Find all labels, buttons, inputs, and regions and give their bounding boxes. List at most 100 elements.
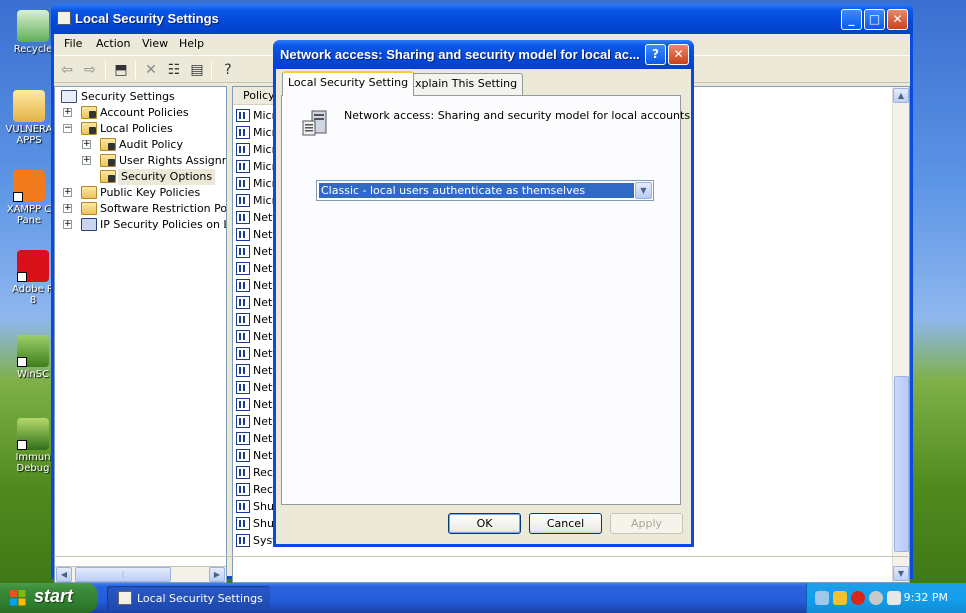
menu-help[interactable]: Help [179, 37, 204, 50]
folder-icon [81, 106, 97, 119]
column-header-policy[interactable]: Policy [233, 87, 275, 105]
start-button[interactable]: start [0, 583, 98, 613]
policy-properties-dialog: Network access: Sharing and security mod… [273, 40, 694, 547]
security-model-dropdown[interactable]: Classic - local users authenticate as th… [316, 180, 654, 201]
policy-item-icon [236, 398, 250, 411]
dialog-titlebar[interactable]: Network access: Sharing and security mod… [273, 40, 694, 69]
start-label: start [34, 586, 74, 606]
policy-item-icon [236, 245, 250, 258]
folder-icon [100, 154, 116, 167]
expand-icon[interactable]: + [63, 108, 72, 117]
taskbar-item-local-security-settings[interactable]: Local Security Settings [107, 586, 270, 611]
tab-page: Network access: Sharing and security mod… [281, 95, 690, 505]
tab-local-security-setting[interactable]: Local Security Setting [282, 71, 415, 96]
xampp-glyph-icon [13, 170, 45, 202]
system-tray: 9:32 PM [806, 583, 966, 613]
scroll-up-icon[interactable]: ▲ [893, 88, 909, 103]
dialog-close-icon[interactable]: ✕ [668, 44, 689, 65]
help-icon[interactable]: ? [218, 60, 238, 80]
main-window-title: Local Security Settings [75, 11, 219, 26]
menu-view[interactable]: View [142, 37, 168, 50]
policy-item-icon [236, 211, 250, 224]
taskbar: start Local Security Settings 9:32 PM [0, 583, 966, 613]
folder-icon [100, 138, 116, 151]
policy-item-icon [236, 449, 250, 462]
minimize-button[interactable]: _ [841, 9, 862, 30]
export-list-icon[interactable]: ▤ [187, 60, 207, 80]
app-icon [118, 591, 132, 605]
expand-icon[interactable]: + [63, 188, 72, 197]
policy-icon [302, 110, 327, 136]
expand-icon[interactable]: + [63, 220, 72, 229]
adobe-reader-glyph-icon [17, 250, 49, 282]
policy-item-icon [236, 347, 250, 360]
policy-item-icon [236, 279, 250, 292]
policy-item-icon [236, 109, 250, 122]
recycle-bin-glyph-icon [17, 10, 49, 42]
expand-icon[interactable]: + [82, 156, 91, 165]
winscp-glyph-icon [17, 335, 49, 367]
status-bar [54, 556, 910, 576]
security-settings-icon [61, 90, 77, 103]
immunity-glyph-icon [17, 418, 49, 450]
policy-item-icon [236, 296, 250, 309]
collapse-icon[interactable]: − [63, 124, 72, 133]
expand-icon[interactable]: + [63, 204, 72, 213]
security-alert-icon[interactable] [851, 591, 865, 605]
policy-name: Network access: Sharing and security mod… [344, 109, 691, 122]
policy-item-icon [236, 432, 250, 445]
policy-item-icon [236, 313, 250, 326]
folder-icon [81, 202, 97, 215]
policy-item-icon [236, 381, 250, 394]
policy-item-icon [236, 364, 250, 377]
policy-item-icon [236, 262, 250, 275]
ok-button[interactable]: OK [448, 513, 521, 534]
volume-icon[interactable] [869, 591, 883, 605]
chevron-down-icon[interactable]: ▼ [635, 182, 652, 199]
back-icon[interactable]: ⇦ [57, 60, 77, 80]
windows-logo-icon [10, 590, 26, 606]
policy-item-icon [236, 228, 250, 241]
folder-glyph-icon [13, 90, 45, 122]
folder-icon [100, 170, 116, 183]
clock: 9:32 PM [903, 591, 948, 604]
expand-icon[interactable]: + [82, 140, 91, 149]
apply-button[interactable]: Apply [610, 513, 683, 534]
policy-item-icon [236, 194, 250, 207]
policy-item-icon [236, 177, 250, 190]
menu-file[interactable]: File [64, 37, 82, 50]
tray-app-icon[interactable] [887, 591, 901, 605]
policy-item-icon [236, 466, 250, 479]
taskbar-item-label: Local Security Settings [137, 592, 263, 605]
list-vertical-scrollbar[interactable]: ▲ ▼ [892, 87, 909, 582]
delete-icon[interactable]: ✕ [141, 60, 161, 80]
app-icon [57, 11, 71, 25]
policy-item-icon [236, 483, 250, 496]
dialog-title: Network access: Sharing and security mod… [280, 47, 640, 62]
properties-icon[interactable]: ☷ [164, 60, 184, 80]
policy-item-icon [236, 500, 250, 513]
close-button[interactable]: ✕ [887, 9, 908, 30]
tree-pane[interactable]: Security Settings + Account Policies − L… [54, 86, 227, 583]
tab-explain-this-setting[interactable]: Explain This Setting [402, 73, 524, 95]
maximize-button[interactable]: □ [864, 9, 885, 30]
folder-icon [81, 122, 97, 135]
policy-item-icon [236, 534, 250, 547]
policy-item-icon [236, 330, 250, 343]
help-icon[interactable]: ? [645, 44, 666, 65]
ip-security-icon [81, 218, 97, 231]
network-icon[interactable] [815, 591, 829, 605]
scroll-thumb[interactable] [894, 376, 909, 552]
menu-action[interactable]: Action [96, 37, 130, 50]
policy-item-icon [236, 160, 250, 173]
forward-icon[interactable]: ⇨ [80, 60, 100, 80]
folder-icon [81, 186, 97, 199]
policy-item-icon [236, 143, 250, 156]
policy-item-icon [236, 126, 250, 139]
up-folder-icon[interactable]: ⬒ [111, 60, 131, 80]
policy-item-icon [236, 517, 250, 530]
policy-item-icon [236, 415, 250, 428]
main-titlebar[interactable]: Local Security Settings _ □ ✕ [51, 4, 913, 34]
security-shield-icon[interactable] [833, 591, 847, 605]
cancel-button[interactable]: Cancel [529, 513, 602, 534]
